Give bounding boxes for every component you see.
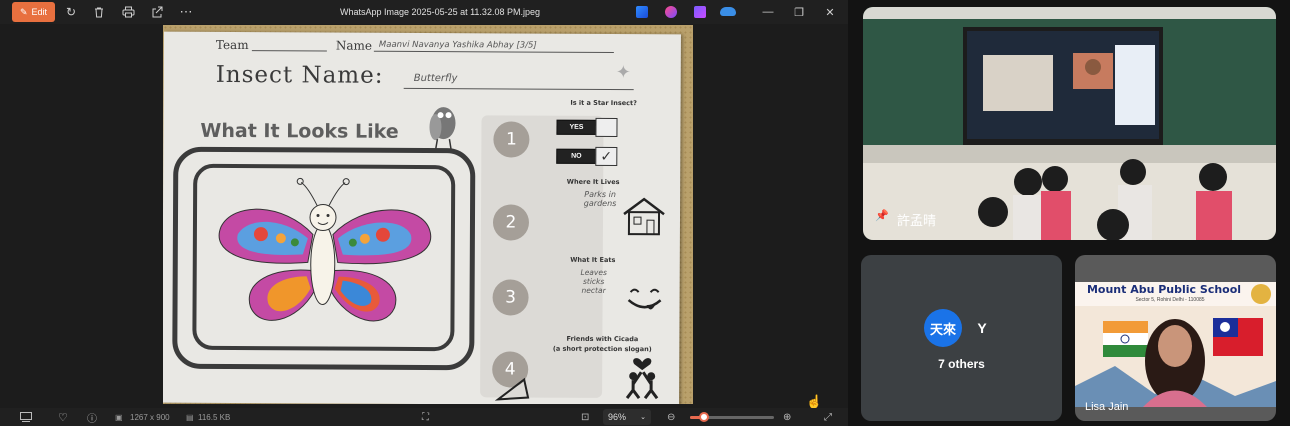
yes-checkbox <box>595 117 618 138</box>
names-handwritten: Maanvi Navanya Yashika Abhay [3/5] <box>378 39 537 51</box>
team-label: Team <box>215 37 249 53</box>
edit-button[interactable]: ✎ Edit <box>12 2 55 22</box>
cicada-mascot-icon <box>429 107 456 152</box>
info-icon[interactable]: ⓘ <box>87 410 97 425</box>
q-friends: Friends with Cicada <box>566 334 639 344</box>
megaphone-icon <box>494 377 530 401</box>
image-size-icon: ▣ <box>115 412 123 422</box>
no-box: NO <box>556 148 597 164</box>
avatar-initials: Y <box>977 320 987 336</box>
pin-icon[interactable]: 📌 <box>875 209 889 222</box>
more-options-icon[interactable]: ⋯ <box>177 3 195 21</box>
names-underline <box>373 50 614 54</box>
restore-icon[interactable]: ❐ <box>788 2 810 22</box>
others-count-label: 7 others <box>938 357 985 371</box>
onedrive-icon[interactable] <box>720 7 736 16</box>
share-icon[interactable] <box>148 3 166 21</box>
q-where-lives: Where It Lives <box>566 177 620 187</box>
participant-name-speaker: Lisa Jain <box>1085 401 1129 413</box>
chevron-down-icon: ⌄ <box>640 414 646 421</box>
actual-size-icon[interactable]: ⊡ <box>581 410 589 424</box>
no-checkbox-checked: ✓ <box>595 146 618 167</box>
yes-box: YES <box>556 119 597 135</box>
fit-to-window-icon[interactable]: ⛶ <box>422 410 429 424</box>
classroom-video-tile[interactable]: 📌 許孟晴 <box>863 7 1276 240</box>
close-icon[interactable]: ✕ <box>819 2 841 22</box>
insect-underline <box>403 87 634 91</box>
school-logo-icon <box>1251 284 1271 304</box>
others-tile[interactable]: 天來 Y 7 others <box>861 255 1062 421</box>
yum-face-icon <box>627 288 662 310</box>
butterfly-drawing <box>218 177 432 322</box>
copilot-icon[interactable] <box>636 6 648 18</box>
school-name: Mount Abu Public School <box>1086 283 1242 296</box>
viewer-toolbar: ✎ Edit ↻ ⋯ WhatsApp Image 2025-05-25 at … <box>0 0 848 24</box>
speaker-video-tile[interactable]: Mount Abu Public School Sector 5, Rohini… <box>1075 255 1276 421</box>
designer-icon[interactable] <box>694 6 706 18</box>
worksheet-paper: Team Name Maanvi Navanya Yashika Abhay [… <box>163 31 681 404</box>
avatar-tianlai: 天來 <box>924 309 962 347</box>
insect-name-label: Insect Name: <box>215 61 384 89</box>
avatar-y: Y <box>963 309 1001 347</box>
eats-answer: Leaves sticks nectar <box>580 267 607 295</box>
zoom-in-icon[interactable]: ⊕ <box>783 410 791 424</box>
meeting-panel: 📌 許孟晴 天來 Y 7 others Mount Abu Public Sch… <box>848 0 1290 426</box>
zoom-slider-thumb[interactable] <box>699 412 710 422</box>
clipchamp-icon[interactable] <box>665 6 677 18</box>
image-dimensions: 1267 x 900 <box>130 412 170 422</box>
number-3: 3 <box>492 279 529 316</box>
worksheet-photo: Team Name Maanvi Navanya Yashika Abhay [… <box>163 25 693 404</box>
friends-heart-icon <box>625 358 659 400</box>
zoom-level: 96% <box>608 412 627 422</box>
school-banner: Mount Abu Public School Sector 5, Rohini… <box>1075 282 1276 306</box>
number-1: 1 <box>493 121 530 158</box>
where-answer: Parks in gardens <box>583 189 617 209</box>
file-size: 116.5 KB <box>198 412 231 422</box>
number-2: 2 <box>492 204 530 241</box>
avatar-initials: 天來 <box>929 321 956 337</box>
file-size-icon: ▤ <box>186 412 194 422</box>
zoom-dropdown[interactable]: 96% ⌄ <box>603 409 651 425</box>
fullscreen-icon[interactable]: ⤢ <box>824 410 832 424</box>
print-icon[interactable] <box>119 3 137 21</box>
edit-label: Edit <box>31 7 48 17</box>
classroom-scene <box>863 7 1276 240</box>
q-star-insect: Is it a Star Insect? <box>570 98 637 108</box>
minimize-icon[interactable]: — <box>757 2 779 22</box>
file-title: WhatsApp Image 2025-05-25 at 11.32.08 PM… <box>340 7 540 17</box>
insect-name-value: Butterfly <box>413 72 458 85</box>
looks-like-title: What It Looks Like <box>200 119 399 143</box>
rotate-icon[interactable]: ↻ <box>62 3 80 21</box>
team-underline <box>251 50 327 52</box>
q-what-eats: What It Eats <box>570 255 616 265</box>
delete-icon[interactable] <box>90 3 108 21</box>
participant-name-classroom: 許孟晴 <box>897 213 937 228</box>
edit-icon: ✎ <box>19 6 28 17</box>
favorite-icon[interactable]: ♡ <box>58 410 68 424</box>
viewer-status-bar: ♡ ⓘ ▣ 1267 x 900 ▤ 116.5 KB ⛶ ⊡ 96% ⌄ ⊖ … <box>0 408 848 426</box>
sparkle-icon: ✦ <box>615 62 631 83</box>
house-icon <box>623 197 665 236</box>
name-label: Name <box>335 38 373 53</box>
speaker-scene <box>1075 318 1276 407</box>
photo-viewer-window: ✎ Edit ↻ ⋯ WhatsApp Image 2025-05-25 at … <box>0 0 848 426</box>
school-address: Sector 5, Rohini Delhi - 110085 <box>1135 297 1205 303</box>
zoom-out-icon[interactable]: ⊖ <box>667 410 675 424</box>
filmstrip-icon[interactable] <box>20 410 32 424</box>
